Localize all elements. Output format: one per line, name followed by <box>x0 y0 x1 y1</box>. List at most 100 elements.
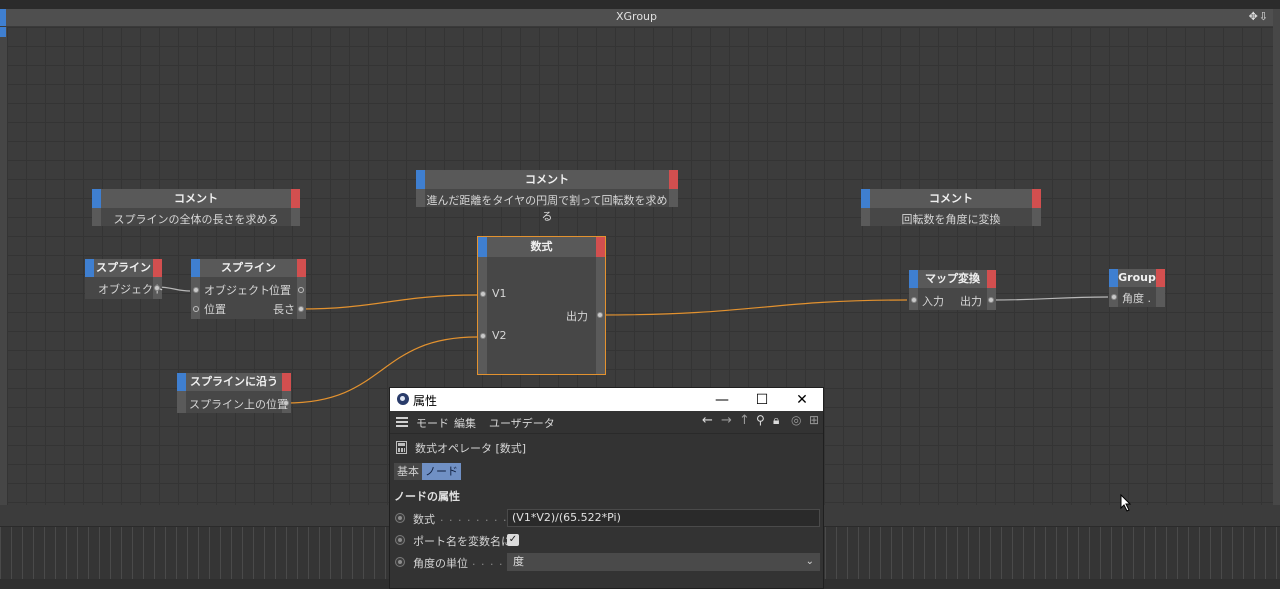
new-panel-icon[interactable]: ⊞ <box>809 413 819 427</box>
top-bar <box>0 0 1280 9</box>
comment-node-1[interactable]: コメント スプラインの全体の長さを求める <box>92 189 300 226</box>
input-label: 入力 <box>922 295 944 308</box>
close-button[interactable]: ✕ <box>782 389 822 411</box>
arrow-left-icon[interactable]: ← <box>702 413 713 428</box>
group-node[interactable]: Group 角度 . <box>1109 269 1165 307</box>
attributes-window[interactable]: 属性 — ☐ ✕ モード 編集 ユーザデータ ← → ↑ ⚲ 🔒︎ ◎ ⊞ 数式… <box>389 387 824 589</box>
right-scrollbar[interactable] <box>1273 9 1280 505</box>
node-cap-left <box>85 259 94 277</box>
node-edge-left <box>478 257 487 374</box>
angle-unit-select[interactable]: 度 ⌄ <box>507 553 820 571</box>
arrow-right-icon[interactable]: → <box>721 413 732 428</box>
node-edge-left <box>191 277 200 319</box>
node-edge-left <box>177 391 186 413</box>
output-label: 出力 <box>566 310 588 323</box>
portname-property-row: ポート名を変数名に ✓ <box>390 530 823 552</box>
node-edge-right <box>1156 287 1165 307</box>
node-header: 数式 <box>478 237 605 257</box>
comment-edge-left <box>861 208 870 226</box>
spline-along-node[interactable]: スプラインに沿う スプライン上の位置 <box>177 373 291 413</box>
formula-node[interactable]: 数式 V1 V2 出力 <box>477 236 606 375</box>
formula-property-row: 数式 . . . . . . . . . . (V1*V2)/(65.522*P… <box>390 508 823 530</box>
hamburger-menu-icon[interactable] <box>396 417 408 427</box>
comment-header: コメント <box>416 170 678 189</box>
move-icon[interactable]: ✥⇩ <box>1249 10 1269 23</box>
node-header: スプラインに沿う <box>177 373 291 391</box>
output-port[interactable] <box>154 285 160 291</box>
arrow-up-icon[interactable]: ↑ <box>739 413 750 428</box>
v1-input-port[interactable] <box>480 291 486 297</box>
spline-object-node[interactable]: スプライン オブジェクト <box>85 259 164 299</box>
node-header: スプライン <box>191 259 306 277</box>
output-port[interactable] <box>283 400 289 406</box>
node-title: 数式 <box>530 240 553 253</box>
position-output-port[interactable] <box>298 287 304 293</box>
animate-toggle-icon[interactable] <box>395 557 405 567</box>
angle-unit-value: 度 <box>513 555 524 568</box>
comment-text: 進んだ距離をタイヤの円周で割って回転数を求める <box>426 194 668 223</box>
portname-checkbox[interactable]: ✓ <box>507 534 519 546</box>
wire-output-group <box>990 296 1109 301</box>
output-port[interactable] <box>597 312 603 318</box>
comment-cap-left <box>92 189 101 208</box>
length-output-port[interactable] <box>298 306 304 312</box>
comment-edge-right <box>291 208 300 226</box>
node-cap-right <box>297 259 306 277</box>
v2-input-port[interactable] <box>480 333 486 339</box>
angle-input-port[interactable] <box>1111 294 1117 300</box>
node-edge-right <box>297 277 306 319</box>
comment-cap-left <box>416 170 425 189</box>
tab-node[interactable]: ノード <box>422 463 461 480</box>
v1-label: V1 <box>492 287 507 300</box>
length-output-label: 長さ <box>273 303 295 316</box>
output-port[interactable] <box>988 297 994 303</box>
comment-node-2[interactable]: コメント 進んだ距離をタイヤの円周で割って回転数を求める <box>416 170 678 223</box>
comment-edge-right <box>1032 208 1041 226</box>
node-cap-left <box>1109 269 1118 287</box>
input-port[interactable] <box>911 297 917 303</box>
formula-label: 数式 <box>413 513 435 526</box>
comment-cap-right <box>669 170 678 189</box>
chevron-down-icon: ⌄ <box>805 556 814 567</box>
output-port-label: スプライン上の位置 <box>189 398 288 411</box>
object-input-port[interactable] <box>193 287 199 293</box>
node-header: Group <box>1109 269 1165 287</box>
xgroup-title-bar[interactable]: XGroup ✥⇩ <box>0 9 1273 27</box>
menu-userdata[interactable]: ユーザデータ <box>489 415 555 431</box>
node-title: スプライン <box>96 261 151 274</box>
search-icon[interactable]: ⚲ <box>756 413 765 427</box>
minimize-button[interactable]: — <box>702 389 742 411</box>
object-name: 数式オペレータ [数式] <box>415 442 527 455</box>
animate-toggle-icon[interactable] <box>395 513 405 523</box>
position-input-port[interactable] <box>193 306 199 312</box>
portname-label: ポート名を変数名に <box>413 535 512 548</box>
comment-cap-right <box>1032 189 1041 208</box>
comment-edge-left <box>92 208 101 226</box>
target-icon[interactable]: ◎ <box>791 413 801 427</box>
tab-basic[interactable]: 基本 <box>394 463 422 480</box>
node-cap-right <box>596 237 605 257</box>
comment-edge-left <box>416 189 425 207</box>
formula-input[interactable]: (V1*V2)/(65.522*Pi) <box>507 509 820 527</box>
comment-node-3[interactable]: コメント 回転数を角度に変換 <box>861 189 1041 226</box>
animate-toggle-icon[interactable] <box>395 535 405 545</box>
position-output-label: 位置 <box>269 284 291 297</box>
lock-icon[interactable]: 🔒︎ <box>773 413 779 428</box>
angle-input-label: 角度 . <box>1122 292 1151 305</box>
maximize-button[interactable]: ☐ <box>742 389 782 411</box>
menu-mode[interactable]: モード <box>416 415 449 431</box>
node-title: スプライン <box>221 261 276 274</box>
angle-unit-label: 角度の単位 <box>413 557 468 570</box>
window-title: XGroup <box>615 10 658 23</box>
menu-edit[interactable]: 編集 <box>454 415 476 431</box>
v2-label: V2 <box>492 329 507 342</box>
attributes-title-bar[interactable]: 属性 — ☐ ✕ <box>390 388 823 411</box>
wire-length-v1 <box>299 294 478 310</box>
cinema4d-icon <box>397 393 409 405</box>
range-mapper-node[interactable]: マップ変換 入力 出力 <box>909 270 996 310</box>
node-header: スプライン <box>85 259 162 277</box>
spline-node[interactable]: スプライン オブジェクト 位置 位置 長さ <box>191 259 306 319</box>
object-input-label: オブジェクト <box>204 284 270 297</box>
attributes-title: 属性 <box>413 394 438 408</box>
comment-header: コメント <box>861 189 1041 208</box>
